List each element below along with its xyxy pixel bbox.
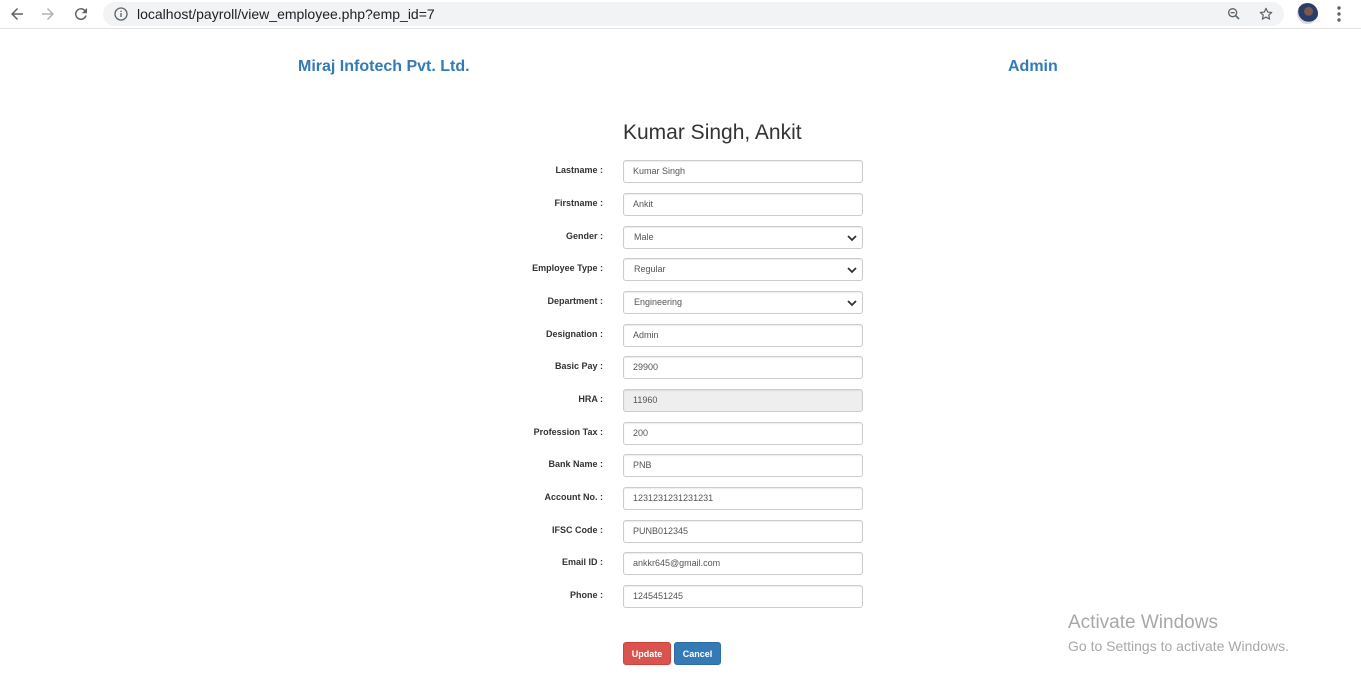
department-label: Department :: [547, 296, 603, 306]
url-text[interactable]: localhost/payroll/view_employee.php?emp_…: [137, 6, 435, 22]
employee-title: Kumar Singh, Ankit: [623, 121, 802, 144]
form-row-employee-type: Employee Type : Regular: [480, 258, 880, 282]
basic-pay-input[interactable]: 29900: [623, 356, 863, 379]
form-row-email: Email ID : ankkr645@gmail.com: [480, 552, 880, 576]
account-no-label: Account No. :: [544, 492, 604, 502]
windows-activation-watermark: Activate Windows Go to Settings to activ…: [1068, 612, 1289, 657]
star-icon[interactable]: [1258, 6, 1274, 22]
more-menu-icon[interactable]: [1331, 5, 1347, 23]
browser-toolbar: localhost/payroll/view_employee.php?emp_…: [0, 0, 1361, 29]
lastname-input[interactable]: Kumar Singh: [623, 160, 863, 183]
form-row-gender: Gender : Male: [480, 226, 880, 250]
form-row-hra: HRA : 11960: [480, 389, 880, 413]
firstname-input[interactable]: Ankit: [623, 193, 863, 216]
phone-input[interactable]: 1245451245: [623, 585, 863, 608]
bank-name-label: Bank Name :: [548, 459, 603, 469]
form-row-phone: Phone : 1245451245: [480, 585, 880, 609]
watermark-line-2: Go to Settings to activate Windows.: [1068, 638, 1289, 654]
profession-tax-label: Profession Tax :: [533, 427, 603, 437]
info-icon[interactable]: [113, 6, 129, 22]
gender-value: Male: [634, 232, 654, 242]
hra-label: HRA :: [578, 394, 603, 404]
reload-icon[interactable]: [70, 4, 92, 24]
form-row-bank-name: Bank Name : PNB: [480, 454, 880, 478]
forward-arrow-icon[interactable]: [37, 4, 59, 24]
employee-type-value: Regular: [634, 264, 666, 274]
gender-label: Gender :: [565, 231, 603, 241]
hra-input: 11960: [623, 389, 863, 412]
firstname-label: Firstname :: [554, 198, 603, 208]
designation-input[interactable]: Admin: [623, 324, 863, 347]
form-row-ifsc-code: IFSC Code : PUNB012345: [480, 520, 880, 544]
chevron-down-icon: [847, 235, 857, 242]
form-row-department: Department : Engineering: [480, 291, 880, 315]
ifsc-code-label: IFSC Code :: [552, 525, 603, 535]
form-row-account-no: Account No. : 1231231231231231: [480, 487, 880, 511]
gender-select[interactable]: Male: [623, 226, 863, 249]
chevron-down-icon: [847, 267, 857, 274]
back-arrow-icon[interactable]: [6, 4, 28, 24]
profile-avatar[interactable]: [1297, 3, 1318, 24]
department-value: Engineering: [634, 297, 683, 307]
address-bar[interactable]: localhost/payroll/view_employee.php?emp_…: [103, 2, 1284, 26]
ifsc-code-input[interactable]: PUNB012345: [623, 520, 863, 543]
profession-tax-input[interactable]: 200: [623, 422, 863, 445]
zoom-icon[interactable]: [1226, 6, 1242, 22]
email-input[interactable]: ankkr645@gmail.com: [623, 552, 863, 575]
update-button[interactable]: Update: [623, 642, 671, 665]
form-row-designation: Designation : Admin: [480, 324, 880, 348]
account-no-input[interactable]: 1231231231231231: [623, 487, 863, 510]
email-label: Email ID :: [561, 557, 603, 567]
department-select[interactable]: Engineering: [623, 291, 863, 314]
cancel-button[interactable]: Cancel: [674, 642, 721, 665]
bank-name-input[interactable]: PNB: [623, 454, 863, 477]
form-row-profession-tax: Profession Tax : 200: [480, 422, 880, 446]
basic-pay-label: Basic Pay :: [554, 361, 603, 371]
chevron-down-icon: [847, 300, 857, 307]
form-row-lastname: Lastname : Kumar Singh: [480, 160, 880, 184]
user-menu[interactable]: Admin: [1008, 58, 1058, 76]
lastname-label: Lastname :: [555, 165, 603, 175]
phone-label: Phone :: [570, 590, 603, 600]
form-row-basic-pay: Basic Pay : 29900: [480, 356, 880, 380]
employee-type-select[interactable]: Regular: [623, 258, 863, 281]
company-name[interactable]: Miraj Infotech Pvt. Ltd.: [298, 58, 470, 76]
employee-type-label: Employee Type :: [532, 263, 603, 273]
designation-label: Designation :: [545, 329, 603, 339]
form-row-firstname: Firstname : Ankit: [480, 193, 880, 217]
watermark-line-1: Activate Windows: [1068, 612, 1218, 633]
